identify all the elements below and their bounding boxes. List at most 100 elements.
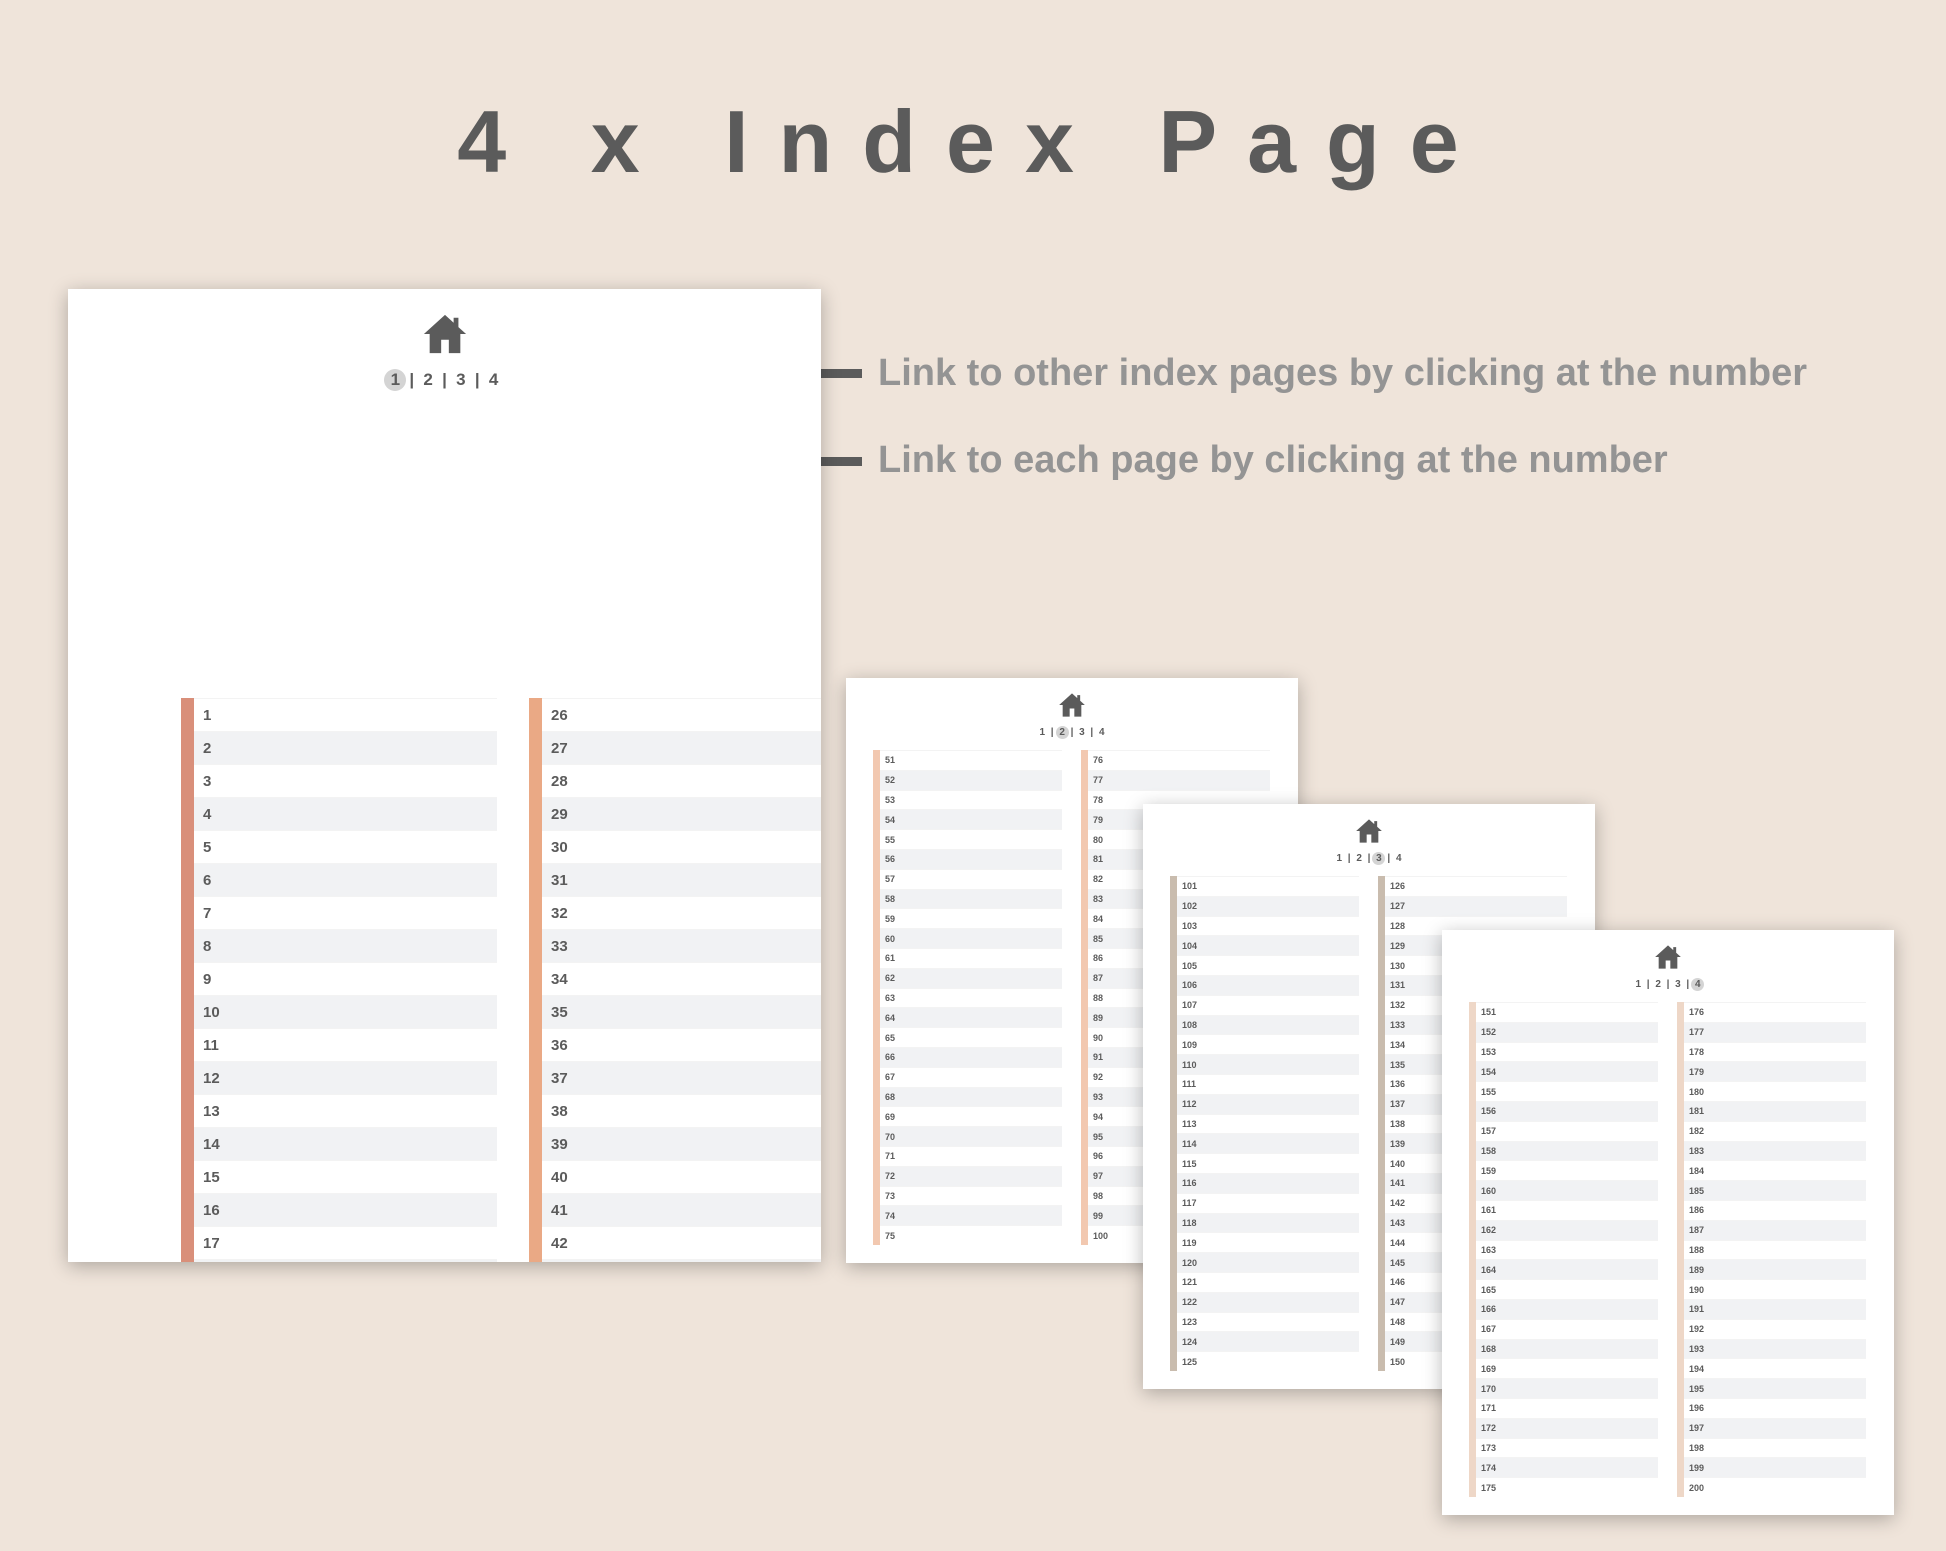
index-number[interactable]: 115 [1182,1159,1197,1169]
index-number[interactable]: 53 [885,795,895,805]
nav-link-4[interactable]: 4 [1095,726,1108,739]
home-icon[interactable] [1355,817,1383,845]
index-row[interactable]: 122 [1177,1291,1359,1312]
index-number[interactable]: 117 [1182,1198,1197,1208]
index-row[interactable]: 70 [880,1126,1062,1146]
index-number[interactable]: 40 [551,1169,568,1186]
index-number[interactable]: 182 [1689,1126,1704,1136]
index-row[interactable]: 76 [1088,750,1270,770]
index-row[interactable]: 65 [880,1027,1062,1047]
index-row[interactable]: 31 [542,863,821,896]
index-row[interactable]: 170 [1476,1378,1658,1398]
index-row[interactable]: 104 [1177,935,1359,956]
index-row[interactable]: 168 [1476,1338,1658,1359]
index-row[interactable]: 174 [1476,1457,1658,1478]
index-number[interactable]: 55 [885,835,895,845]
index-number[interactable]: 76 [1093,755,1103,765]
index-row[interactable]: 124 [1177,1331,1359,1352]
index-row[interactable]: 193 [1684,1338,1866,1359]
index-row[interactable]: 54 [880,809,1062,830]
index-number[interactable]: 189 [1689,1265,1704,1275]
index-row[interactable]: 120 [1177,1252,1359,1272]
index-number[interactable]: 156 [1481,1106,1496,1116]
index-number[interactable]: 158 [1481,1146,1496,1156]
index-number[interactable]: 163 [1481,1245,1496,1255]
index-number[interactable]: 109 [1182,1040,1197,1050]
index-row[interactable]: 173 [1476,1437,1658,1458]
index-number[interactable]: 4 [203,806,211,823]
index-number[interactable]: 60 [885,934,895,944]
nav-link-3[interactable]: 3 [450,369,472,391]
index-row[interactable]: 57 [880,868,1062,889]
index-number[interactable]: 133 [1390,1020,1405,1030]
index-number[interactable]: 71 [885,1151,895,1161]
index-number[interactable]: 174 [1481,1463,1496,1473]
index-row[interactable]: 158 [1476,1140,1658,1161]
index-row[interactable]: 154 [1476,1061,1658,1082]
index-number[interactable]: 144 [1390,1238,1405,1248]
index-number[interactable]: 119 [1182,1238,1197,1248]
index-number[interactable]: 69 [885,1112,895,1122]
index-row[interactable]: 55 [880,829,1062,849]
index-row[interactable]: 14 [194,1127,497,1160]
nav-link-3[interactable]: 3 [1372,852,1386,865]
index-row[interactable]: 125 [1177,1351,1359,1371]
index-number[interactable]: 107 [1182,1000,1197,1010]
index-number[interactable]: 80 [1093,835,1103,845]
index-row[interactable]: 4 [194,797,497,830]
index-row[interactable]: 15 [194,1160,497,1193]
nav-link-4[interactable]: 4 [1691,978,1705,991]
index-number[interactable]: 150 [1390,1357,1405,1367]
index-number[interactable]: 38 [551,1103,568,1120]
index-row[interactable]: 155 [1476,1081,1658,1101]
index-row[interactable]: 188 [1684,1239,1866,1260]
nav-link-2[interactable]: 2 [417,369,439,391]
index-number[interactable]: 32 [551,905,568,922]
index-row[interactable]: 162 [1476,1219,1658,1240]
index-number[interactable]: 91 [1093,1052,1103,1062]
index-number[interactable]: 79 [1093,815,1103,825]
index-row[interactable]: 175 [1476,1477,1658,1497]
index-number[interactable]: 198 [1689,1443,1704,1453]
index-number[interactable]: 96 [1093,1151,1103,1161]
index-number[interactable]: 35 [551,1004,568,1021]
index-row[interactable]: 116 [1177,1173,1359,1193]
index-number[interactable]: 167 [1481,1324,1496,1334]
index-number[interactable]: 9 [203,971,211,988]
index-number[interactable]: 114 [1182,1139,1197,1149]
index-row[interactable]: 35 [542,995,821,1028]
index-number[interactable]: 149 [1390,1337,1405,1347]
index-number[interactable]: 122 [1182,1297,1197,1307]
index-number[interactable]: 116 [1182,1178,1197,1188]
index-number[interactable]: 166 [1481,1304,1496,1314]
index-row[interactable]: 11 [194,1028,497,1061]
index-number[interactable]: 128 [1390,921,1405,931]
index-row[interactable]: 62 [880,967,1062,988]
index-number[interactable]: 195 [1689,1384,1704,1394]
index-number[interactable]: 162 [1481,1225,1496,1235]
index-number[interactable]: 171 [1481,1403,1496,1413]
index-row[interactable]: 110 [1177,1054,1359,1074]
index-row[interactable]: 179 [1684,1061,1866,1082]
index-number[interactable]: 12 [203,1070,220,1087]
index-row[interactable]: 191 [1684,1299,1866,1319]
index-number[interactable]: 42 [551,1235,568,1252]
index-number[interactable]: 131 [1390,980,1405,990]
index-row[interactable]: 17 [194,1226,497,1259]
index-number[interactable]: 161 [1481,1205,1496,1215]
index-row[interactable]: 39 [542,1127,821,1160]
index-row[interactable]: 111 [1177,1074,1359,1094]
index-row[interactable]: 195 [1684,1378,1866,1398]
index-number[interactable]: 63 [885,993,895,1003]
index-number[interactable]: 84 [1093,914,1103,924]
index-number[interactable]: 179 [1689,1067,1704,1077]
index-number[interactable]: 66 [885,1052,895,1062]
index-number[interactable]: 77 [1093,775,1103,785]
index-number[interactable]: 30 [551,839,568,856]
index-number[interactable]: 101 [1182,881,1197,891]
nav-link-4[interactable]: 4 [1392,852,1405,865]
index-row[interactable]: 109 [1177,1034,1359,1055]
index-number[interactable]: 123 [1182,1317,1197,1327]
home-icon[interactable] [1654,943,1682,971]
index-number[interactable]: 164 [1481,1265,1496,1275]
